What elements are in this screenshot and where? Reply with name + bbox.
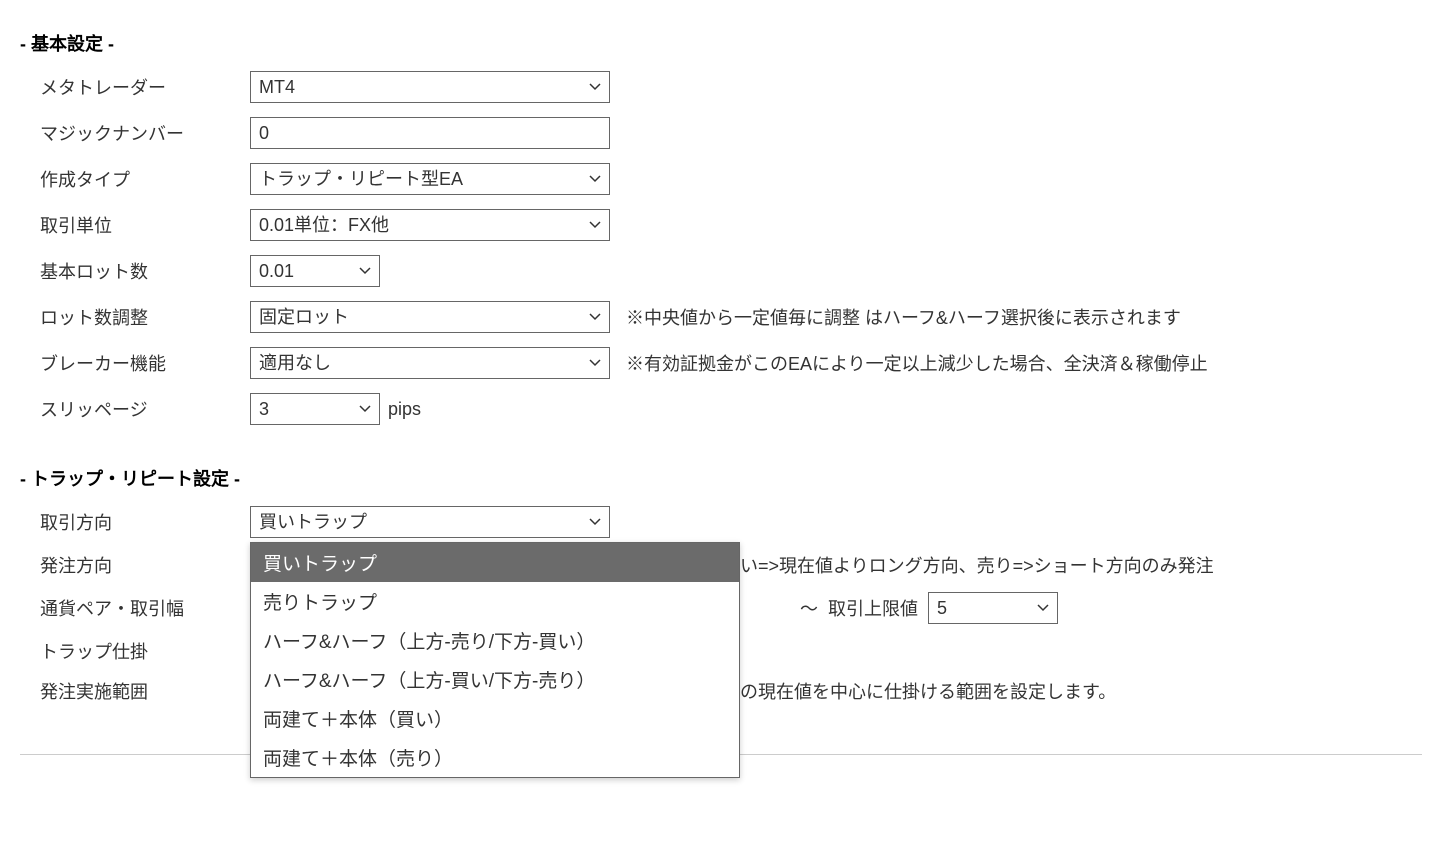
label-creation-type: 作成タイプ [40,166,250,192]
slippage-select[interactable]: 3 [250,393,380,425]
label-breaker: ブレーカー機能 [40,350,250,376]
trade-direction-dropdown[interactable]: 買いトラップ売りトラップハーフ&ハーフ（上方-売り/下方-買い）ハーフ&ハーフ（… [250,542,740,778]
note-breaker: ※有効証拠金がこのEAにより一定以上減少した場合、全決済＆稼働停止 [626,350,1208,376]
label-metatrader: メタトレーダー [40,74,250,100]
label-base-lot: 基本ロット数 [40,258,250,284]
label-pair-range: 通貨ペア・取引幅 [40,595,250,621]
row-unit: 取引単位 0.01単位：FX他 [20,209,1422,241]
row-trade-direction: 取引方向 買いトラップ 買いトラップ売りトラップハーフ&ハーフ（上方-売り/下方… [20,506,1422,538]
note-order-range-tail: の現在値を中心に仕掛ける範囲を設定します。 [740,678,1116,704]
creation-type-select[interactable]: トラップ・リピート型EA [250,163,610,195]
slippage-suffix: pips [388,399,421,420]
breaker-select[interactable]: 適用なし [250,347,610,379]
row-lot-adjust: ロット数調整 固定ロット ※中央値から一定値毎に調整 はハーフ&ハーフ選択後に表… [20,301,1422,333]
section-header-basic: - 基本設定 - [20,30,1422,56]
label-order-direction: 発注方向 [40,552,250,578]
label-trap-set: トラップ仕掛 [40,638,250,664]
row-magic-number: マジックナンバー [20,117,1422,149]
trade-direction-option[interactable]: 売りトラップ [251,582,739,621]
label-magic-number: マジックナンバー [40,120,250,146]
unit-select[interactable]: 0.01単位：FX他 [250,209,610,241]
magic-number-input[interactable] [250,117,610,149]
trade-direction-option[interactable]: 両建て＋本体（買い） [251,699,739,738]
lot-adjust-select[interactable]: 固定ロット [250,301,610,333]
upper-value-select[interactable]: 5 [928,592,1058,624]
label-unit: 取引単位 [40,212,250,238]
row-creation-type: 作成タイプ トラップ・リピート型EA [20,163,1422,195]
label-lot-adjust: ロット数調整 [40,304,250,330]
metatrader-select[interactable]: MT4 [250,71,610,103]
label-trade-direction: 取引方向 [40,509,250,535]
trade-direction-option[interactable]: 両建て＋本体（売り） [251,738,739,777]
base-lot-select[interactable]: 0.01 [250,255,380,287]
row-slippage: スリッページ 3 pips [20,393,1422,425]
note-order-direction-tail: い=>現在値よりロング方向、売り=>ショート方向のみ発注 [740,552,1214,578]
row-base-lot: 基本ロット数 0.01 [20,255,1422,287]
upper-label: 取引上限値 [828,595,918,621]
label-slippage: スリッページ [40,396,250,422]
trade-direction-option[interactable]: ハーフ&ハーフ（上方-買い/下方-売り） [251,660,739,699]
row-breaker: ブレーカー機能 適用なし ※有効証拠金がこのEAにより一定以上減少した場合、全決… [20,347,1422,379]
trade-direction-option[interactable]: ハーフ&ハーフ（上方-売り/下方-買い） [251,621,739,660]
label-order-range: 発注実施範囲 [40,678,250,704]
row-metatrader: メタトレーダー MT4 [20,71,1422,103]
trade-direction-select[interactable]: 買いトラップ [250,506,610,538]
note-lot-adjust: ※中央値から一定値毎に調整 はハーフ&ハーフ選択後に表示されます [626,304,1181,330]
tilde: ～ [800,595,818,621]
section-header-trap: - トラップ・リピート設定 - [20,465,1422,491]
trade-direction-option[interactable]: 買いトラップ [251,543,739,582]
